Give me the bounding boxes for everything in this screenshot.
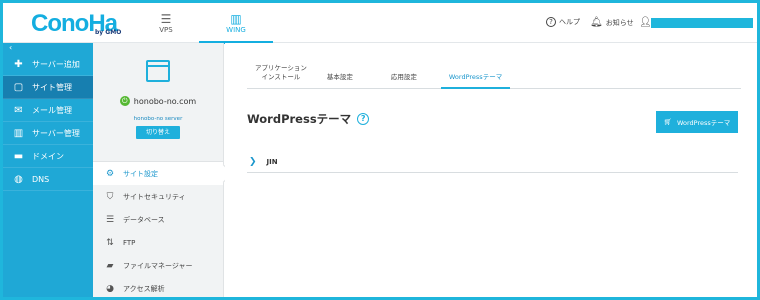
- subnav-item-access-analytics[interactable]: ◕ アクセス解析: [93, 277, 223, 297]
- app-frame: ConoHa by GMO ☰ VPS ▥ WING ? ヘルプ 🔔︎ お知らせ…: [0, 0, 760, 300]
- add-wordpress-theme-button[interactable]: 🛒︎ WordPressテーマ: [656, 111, 738, 133]
- question-circle-icon: ?: [546, 17, 556, 27]
- server-card: ⏻ honobo-no.com honobo-no server 切り替え: [93, 43, 223, 162]
- theme-row[interactable]: ❯ JIN: [247, 151, 738, 173]
- sidebar-item-add-server[interactable]: ✚ サーバー追加: [3, 53, 93, 76]
- sidebar-item-mail-management[interactable]: ✉ メール管理: [3, 99, 93, 122]
- main-content: アプリケーション インストール 基本設定 応用設定 WordPressテーマ W…: [225, 43, 757, 297]
- notifications-link[interactable]: 🔔︎ お知らせ: [590, 17, 634, 28]
- subnav-item-ftp[interactable]: ⇅ FTP: [93, 231, 223, 254]
- top-header: ConoHa by GMO ☰ VPS ▥ WING ? ヘルプ 🔔︎ お知らせ…: [3, 3, 757, 44]
- user-name-redacted[interactable]: [651, 18, 753, 28]
- plus-icon: ✚: [14, 58, 23, 70]
- tab-app-install[interactable]: アプリケーション インストール: [247, 64, 315, 88]
- shield-icon: ⛉: [106, 191, 114, 202]
- browser-window-icon: [146, 60, 170, 82]
- database-icon: ☰: [105, 214, 115, 225]
- subnav-item-site-security[interactable]: ⛉ サイトセキュリティ: [93, 185, 223, 208]
- building-icon: ▥: [13, 127, 24, 139]
- conoha-logo[interactable]: ConoHa by GMO: [31, 9, 121, 37]
- tab-basic-settings[interactable]: 基本設定: [319, 73, 361, 88]
- sidebar-item-domain[interactable]: ▬ ドメイン: [3, 145, 93, 168]
- sidebar-item-dns[interactable]: ◍ DNS: [3, 168, 93, 191]
- main-sidebar: ‹ ✚ サーバー追加 ▢ サイト管理 ✉ メール管理 ▥ サーバー管理 ▬ ドメ…: [3, 43, 93, 297]
- pie-chart-icon: ◕: [106, 283, 114, 294]
- folder-icon: ▰: [106, 260, 114, 271]
- switch-server-button[interactable]: 切り替え: [136, 126, 180, 139]
- help-link[interactable]: ? ヘルプ: [546, 17, 580, 27]
- subnav-item-file-manager[interactable]: ▰ ファイルマネージャー: [93, 254, 223, 277]
- id-card-icon: ▬: [13, 150, 24, 162]
- window-icon: ▢: [13, 81, 24, 93]
- subnav-item-site-settings[interactable]: ⚙ サイト設定: [93, 162, 223, 185]
- tab-vps[interactable]: ☰ VPS: [129, 3, 203, 43]
- help-circle-icon[interactable]: ?: [357, 113, 370, 125]
- server-stack-icon: ☰: [160, 11, 172, 26]
- building-icon: ▥: [230, 11, 242, 26]
- site-settings-icon: ⚙: [105, 168, 115, 179]
- globe-icon: ◍: [14, 173, 23, 185]
- cart-icon: 🛒︎: [663, 118, 672, 126]
- sidebar-item-site-management[interactable]: ▢ サイト管理: [3, 76, 93, 99]
- collapse-chevron-icon[interactable]: ‹: [3, 43, 93, 53]
- page-title: WordPressテーマ ?: [247, 111, 370, 127]
- chevron-right-icon[interactable]: ❯: [247, 157, 257, 167]
- tab-advanced-settings[interactable]: 応用設定: [383, 73, 425, 88]
- subnav-item-database[interactable]: ☰ データベース: [93, 208, 223, 231]
- envelope-icon: ✉: [14, 104, 23, 116]
- settings-tabs: アプリケーション インストール 基本設定 応用設定 WordPressテーマ: [247, 59, 741, 89]
- tab-wordpress-theme[interactable]: WordPressテーマ: [440, 73, 511, 89]
- power-icon: ⏻: [119, 96, 130, 106]
- sidebar-item-server-management[interactable]: ▥ サーバー管理: [3, 122, 93, 145]
- server-name: ⏻ honobo-no.com: [119, 96, 196, 106]
- site-subnav: ⏻ honobo-no.com honobo-no server 切り替え ⚙ …: [93, 43, 224, 297]
- user-icon: 👤︎: [639, 17, 652, 28]
- tab-wing[interactable]: ▥ WING: [199, 3, 273, 44]
- server-label: honobo-no server: [133, 116, 183, 122]
- transfer-arrows-icon: ⇅: [106, 237, 114, 248]
- user-menu[interactable]: 👤︎: [639, 17, 652, 28]
- bell-icon: 🔔︎: [590, 17, 603, 28]
